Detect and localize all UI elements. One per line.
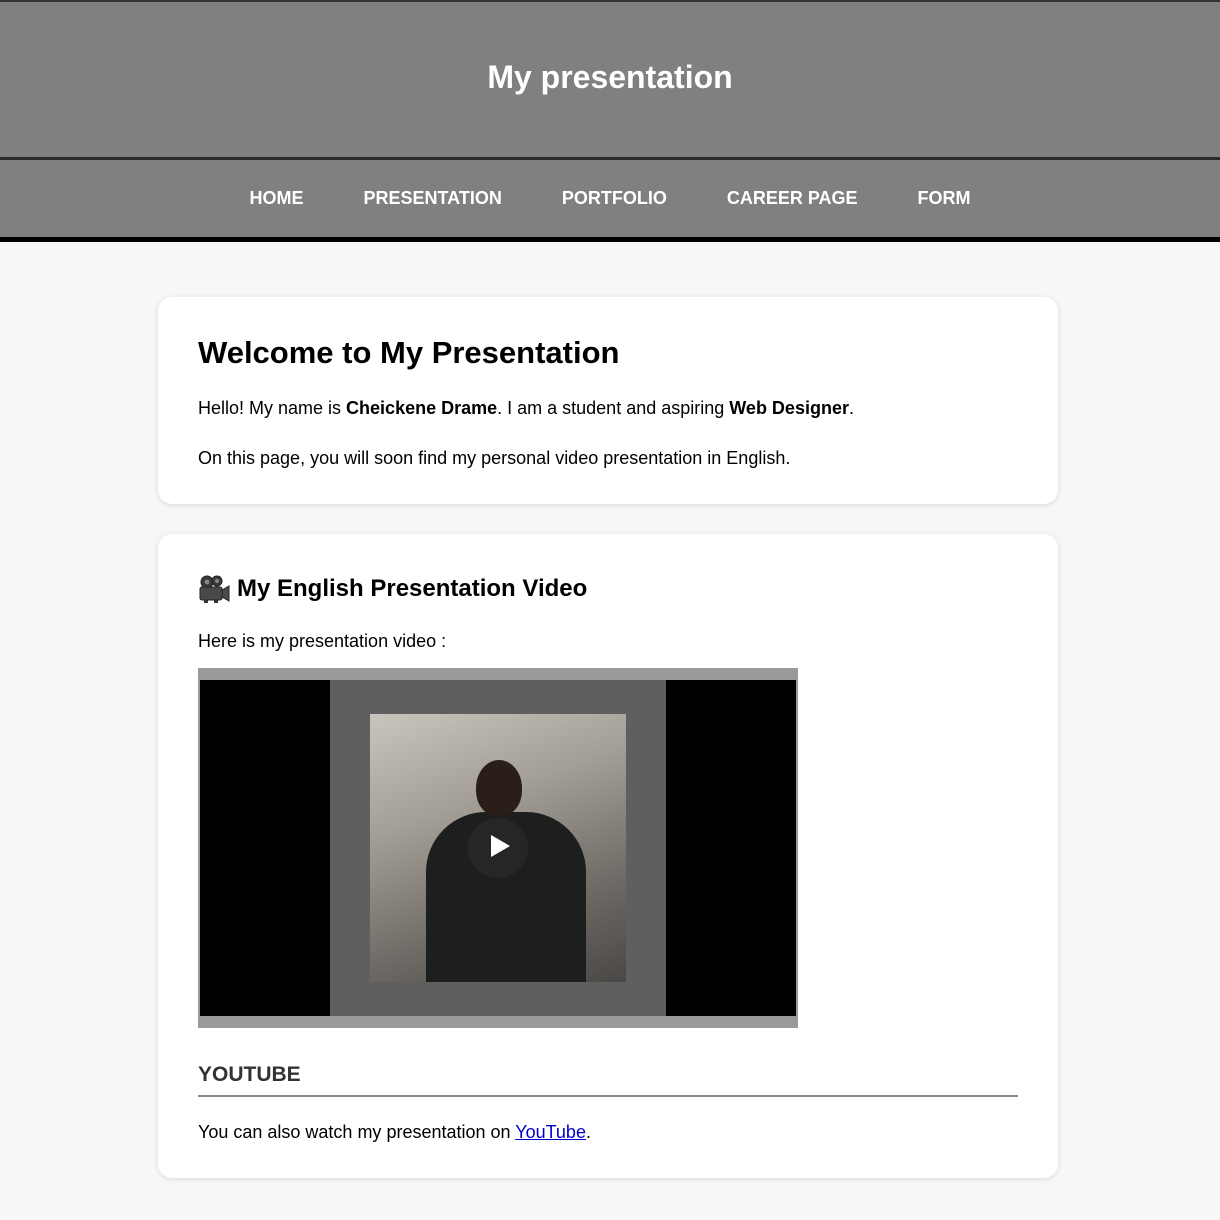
intro-text-suffix: . bbox=[848, 398, 854, 418]
intro-paragraph: Hello! My name is Cheickene Drame. I am … bbox=[198, 397, 854, 419]
nav-item-portfolio[interactable]: PORTFOLIO bbox=[562, 188, 667, 209]
video-section-title-text: My English Presentation Video bbox=[237, 575, 588, 602]
youtube-paragraph: You can also watch my presentation on Yo… bbox=[198, 1121, 591, 1143]
welcome-title: Welcome to My Presentation bbox=[198, 335, 620, 370]
nav-item-presentation[interactable]: PRESENTATION bbox=[363, 188, 501, 209]
author-role: Web Designer bbox=[729, 398, 849, 418]
play-button[interactable] bbox=[468, 818, 528, 878]
video-player[interactable] bbox=[198, 668, 798, 1028]
welcome-card: Welcome to My Presentation Hello! My nam… bbox=[158, 297, 1058, 504]
intro-text-prefix: Hello! My name is bbox=[198, 398, 347, 418]
thumbnail-person-head bbox=[476, 760, 522, 816]
video-screen[interactable] bbox=[200, 680, 796, 1016]
main-nav: HOME PRESENTATION PORTFOLIO CAREER PAGE … bbox=[0, 157, 1220, 242]
youtube-text-suffix: . bbox=[585, 1122, 591, 1142]
nav-item-form[interactable]: FORM bbox=[918, 188, 971, 209]
youtube-text-prefix: You can also watch my presentation on bbox=[198, 1122, 516, 1142]
intro-text-middle: . I am a student and aspiring bbox=[497, 398, 730, 418]
video-card: My English Presentation Video Here is my… bbox=[158, 534, 1058, 1178]
video-intro-text: Here is my presentation video : bbox=[198, 631, 447, 651]
soon-paragraph: On this page, you will soon find my pers… bbox=[198, 448, 791, 468]
site-title: My presentation bbox=[487, 59, 733, 95]
movie-camera-icon bbox=[198, 574, 230, 604]
site-header: My presentation bbox=[0, 0, 1220, 157]
nav-item-career-page[interactable]: CAREER PAGE bbox=[727, 188, 858, 209]
author-name: Cheickene Drame bbox=[346, 398, 498, 418]
video-section-title: My English Presentation Video bbox=[198, 574, 587, 604]
nav-item-home[interactable]: HOME bbox=[249, 188, 303, 209]
play-icon bbox=[485, 834, 511, 863]
youtube-heading: YOUTUBE bbox=[198, 1063, 1018, 1097]
youtube-link[interactable]: YouTube bbox=[515, 1122, 586, 1142]
